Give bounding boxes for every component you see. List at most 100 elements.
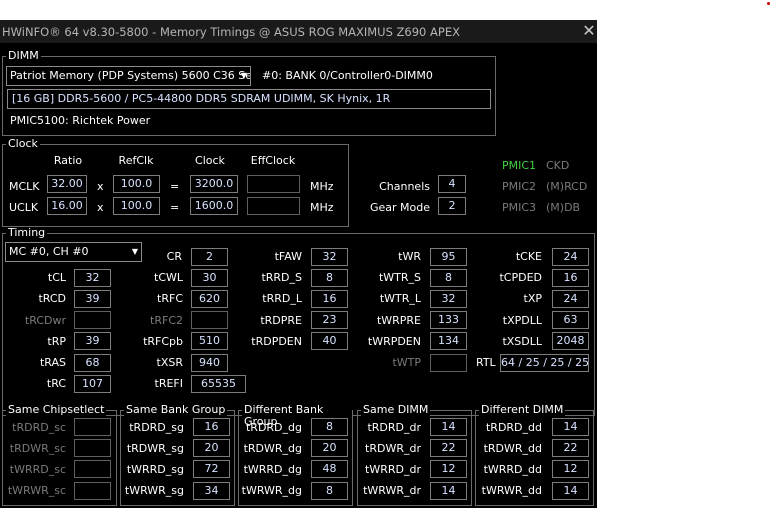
gear-mode-value: 2 (438, 197, 466, 215)
mclk-effclock-value (247, 175, 300, 193)
group-label: Different DIMM (479, 403, 566, 416)
bottom-timing-value (74, 439, 111, 457)
clock-header-ratio: Ratio (53, 154, 83, 167)
bottom-timing-label: tRDRD_sg (129, 421, 184, 434)
bottom-timing-label: tWRRD_sc (9, 463, 66, 476)
timing-value (191, 311, 228, 329)
clock-header-refclk: RefClk (118, 154, 154, 167)
timing-value: 620 (191, 290, 228, 308)
uclk-equals-sign: = (170, 201, 180, 214)
dimm-module-info: [16 GB] DDR5-5600 / PC5-44800 DDR5 SDRAM… (7, 89, 491, 109)
channels-label: Channels (379, 180, 430, 193)
bottom-timing-value: 8 (311, 482, 348, 500)
channel-select-value: MC #0, CH #0 (9, 245, 89, 258)
pmic3-label: PMIC3 (502, 201, 537, 214)
red-dot-marker (767, 2, 770, 5)
uclk-label: UCLK (9, 201, 39, 214)
timing-value: 68 (74, 354, 111, 372)
pmic2-label: PMIC2 (502, 180, 537, 193)
dimm-module-select-value: Patriot Memory (PDP Systems) 5600 C36 Se… (10, 69, 251, 82)
timing-label: tRFC2 (150, 314, 183, 327)
timing-value: 940 (191, 354, 228, 372)
timing-value: 39 (74, 332, 111, 350)
timing-label: tCKE (515, 250, 542, 263)
timing-value: 510 (191, 332, 228, 350)
mclk-multiply-sign: x (97, 180, 104, 193)
title-bar[interactable]: HWiNFO® 64 v8.30-5800 - Memory Timings @… (0, 20, 597, 43)
timing-label: tRRD_S (261, 271, 302, 284)
bottom-timing-value: 72 (193, 460, 230, 478)
memory-timings-window: HWiNFO® 64 v8.30-5800 - Memory Timings @… (0, 20, 597, 508)
bottom-timing-value: 14 (552, 418, 589, 436)
bottom-timing-value: 16 (193, 418, 230, 436)
timing-value: 24 (552, 290, 589, 308)
mclk-clock-value: 3200.0 (190, 175, 238, 193)
clock-header-effclock: EffClock (250, 154, 296, 167)
clock-group-label: Clock (6, 137, 40, 150)
timing-value: 23 (311, 311, 348, 329)
bottom-timing-label: tWRWR_dd (481, 484, 542, 497)
bottom-timing-value: 14 (552, 482, 589, 500)
bottom-timing-label: tRDWR_dg (243, 442, 302, 455)
pmic1-role: CKD (546, 159, 570, 172)
bottom-timing-value: 12 (552, 460, 589, 478)
bottom-timing-value (74, 482, 111, 500)
timing-label: tXSR (156, 356, 183, 369)
bottom-timing-label: tWRWR_sc (7, 484, 66, 497)
dimm-module-select[interactable]: Patriot Memory (PDP Systems) 5600 C36 Se… (6, 66, 251, 86)
timing-value: 2 (191, 248, 228, 266)
bottom-timing-value: 20 (311, 439, 348, 457)
timing-label: tRFC (157, 292, 183, 305)
close-icon[interactable]: ✕ (581, 23, 597, 39)
bottom-timing-label: tWRRD_dg (243, 463, 302, 476)
bottom-timing-value: 8 (311, 418, 348, 436)
timing-value: 32 (311, 248, 348, 266)
uclk-ratio-value: 16.00 (47, 197, 87, 215)
bottom-timing-value: 22 (552, 439, 589, 457)
window-title: HWiNFO® 64 v8.30-5800 - Memory Timings @… (2, 25, 460, 39)
uclk-multiply-sign: x (97, 201, 104, 214)
timing-label: tRCD (38, 292, 66, 305)
timing-label: tWR (398, 250, 421, 263)
bottom-timing-label: tRDWR_sg (126, 442, 184, 455)
dimm-group-label: DIMM (6, 49, 41, 62)
bottom-timing-label: tRDWR_dd (483, 442, 542, 455)
timing-label: tWTR_S (378, 271, 421, 284)
bottom-timing-label: tWRWR_dr (363, 484, 421, 497)
bottom-timing-label: tRDRD_sc (12, 421, 66, 434)
dimm-slot-label: #0: BANK 0/Controller0-DIMM0 (262, 69, 433, 82)
uclk-effclock-value (247, 197, 300, 215)
timing-value: 63 (552, 311, 589, 329)
timing-label: tFAW (274, 250, 302, 263)
bottom-timing-value: 14 (430, 418, 467, 436)
mclk-ratio-value: 32.00 (47, 175, 87, 193)
timing-value (74, 311, 111, 329)
timing-label: tRRD_L (262, 292, 302, 305)
bottom-timing-value: 20 (193, 439, 230, 457)
bottom-timing-label: tRDRD_dg (245, 421, 302, 434)
timing-label: tWRPDEN (367, 335, 421, 348)
timing-value: 8 (311, 269, 348, 287)
timing-group-label: Timing (6, 226, 48, 239)
timing-label: tCPDED (499, 271, 542, 284)
bottom-timing-value (74, 418, 111, 436)
timing-value: 40 (311, 332, 348, 350)
mclk-refclk-value: 100.0 (113, 175, 160, 193)
timing-value: 95 (430, 248, 467, 266)
timing-label: tRDPRE (260, 314, 302, 327)
bottom-timing-value: 48 (311, 460, 348, 478)
uclk-unit: MHz (310, 201, 334, 214)
group-label: Same Chipsetlect (6, 403, 107, 416)
bottom-timing-label: tWRRD_dd (483, 463, 542, 476)
bottom-timing-value: 14 (430, 482, 467, 500)
channel-select[interactable]: MC #0, CH #0 ▼ (5, 242, 142, 262)
timing-label: tXPDLL (502, 314, 542, 327)
bottom-timing-label: tRDRD_dd (485, 421, 542, 434)
timing-value: 134 (430, 332, 467, 350)
dimm-pmic-info: PMIC5100: Richtek Power (10, 114, 151, 127)
chevron-down-icon: ▼ (131, 247, 138, 256)
clock-header-clock: Clock (195, 154, 225, 167)
timing-label: CR (166, 250, 182, 263)
bottom-timing-label: tRDWR_sc (9, 442, 66, 455)
bottom-timing-label: tWRWR_dg (241, 484, 302, 497)
